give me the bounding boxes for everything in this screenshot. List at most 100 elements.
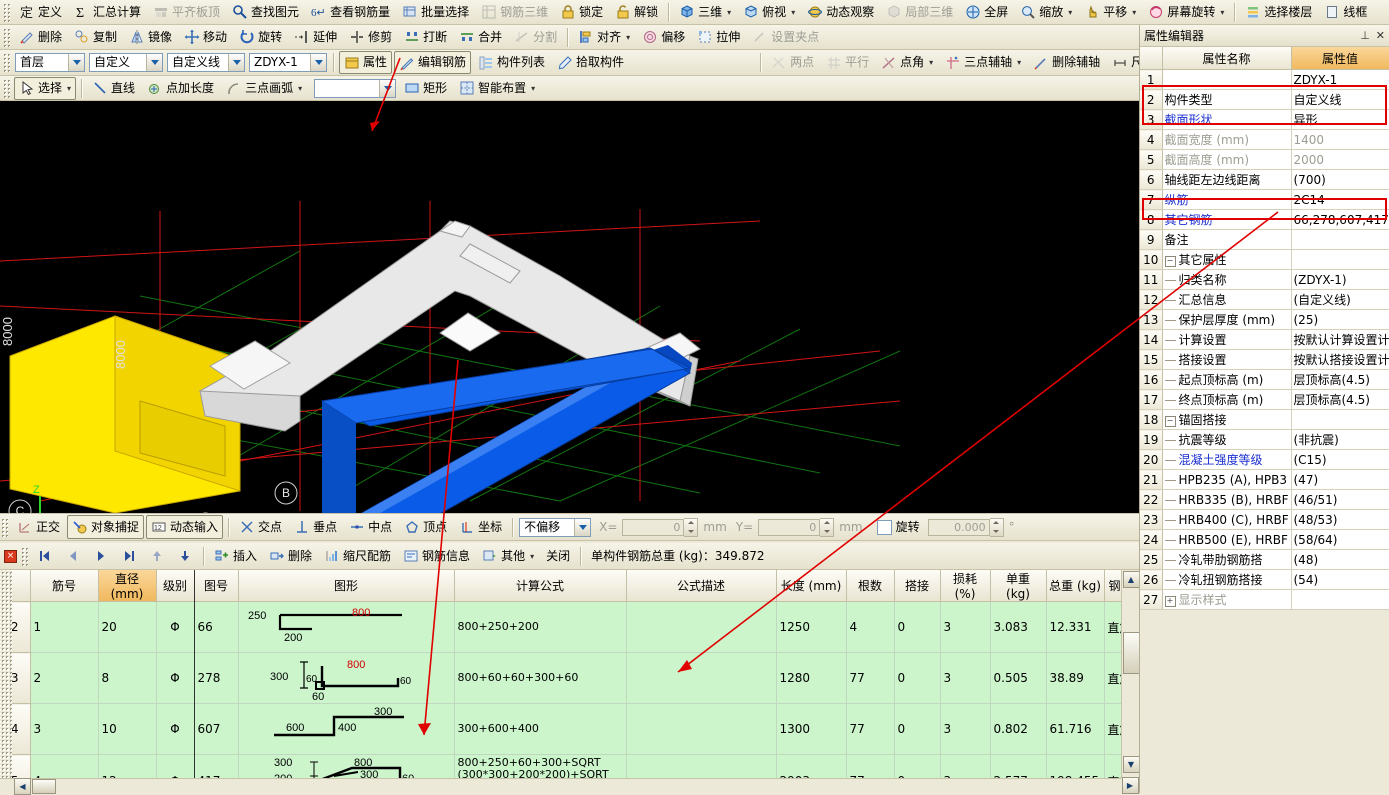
toolbar-view-rebar-qty[interactable]: 6↵ 查看钢筋量 <box>306 1 395 24</box>
chevron-down-icon[interactable]: ▾ <box>531 84 535 93</box>
btn-pick-member[interactable]: 拾取构件 <box>552 51 629 74</box>
snap-perpendicular[interactable]: 垂点 <box>289 515 342 539</box>
property-name-cell[interactable]: 终点顶标高 (m) <box>1162 389 1292 410</box>
property-row[interactable]: 19 抗震等级 (非抗震) <box>1140 429 1389 450</box>
col-loss[interactable]: 损耗 (%) <box>940 570 991 602</box>
rotate-stepper[interactable] <box>927 517 1004 537</box>
property-row[interactable]: 26 冷轧扭钢筋搭接 (54) <box>1140 569 1389 590</box>
rotate-spin-buttons[interactable] <box>989 517 1004 537</box>
cell-unitw[interactable]: 0.802 <box>990 703 1047 755</box>
chevron-down-icon[interactable]: ▾ <box>1132 8 1136 17</box>
property-name-cell[interactable]: 起点顶标高 (m) <box>1162 369 1292 390</box>
cell-count[interactable]: 77 <box>846 652 895 704</box>
cell-formula[interactable]: 800+60+60+300+60 <box>454 652 627 704</box>
axis-dimension[interactable]: 尺寸标注 ▾ <box>1107 51 1139 74</box>
chevron-down-icon[interactable] <box>68 54 84 71</box>
cell-grade[interactable]: Φ <box>156 652 195 704</box>
property-row[interactable]: 22 HRB335 (B), HRBF (46/51) <box>1140 489 1389 510</box>
chevron-down-icon[interactable]: ▾ <box>67 84 71 93</box>
property-value-cell[interactable]: (25) <box>1291 309 1389 330</box>
property-value-cell[interactable]: (46/51) <box>1291 489 1389 510</box>
cell-formula[interactable]: 800+250+200 <box>454 601 627 653</box>
property-name-cell[interactable]: HPB235 (A), HPB3 <box>1162 469 1292 490</box>
toolbar-grip[interactable] <box>3 27 10 47</box>
chevron-down-icon[interactable] <box>310 54 326 71</box>
toolbar-grip[interactable] <box>1 517 8 537</box>
cell-totalw[interactable]: 61.716 <box>1046 703 1105 755</box>
cell-diameter[interactable]: 8 <box>98 652 157 704</box>
toolbar-batch-select[interactable]: 批量选择 <box>397 1 474 24</box>
axis-three-point[interactable]: 三点辅轴 ▾ <box>940 51 1026 74</box>
col-unitw[interactable]: 单重 (kg) <box>990 570 1047 602</box>
col-grade[interactable]: 级别 <box>156 570 195 602</box>
property-value-cell[interactable]: (48) <box>1291 549 1389 570</box>
edit-stretch[interactable]: 拉伸 <box>692 26 745 49</box>
property-row[interactable]: 27 + 显示样式 <box>1140 589 1389 610</box>
axis-delete[interactable]: 删除辅轴 <box>1028 51 1105 74</box>
property-value-cell[interactable]: 自定义线 <box>1291 89 1389 110</box>
edit-extend[interactable]: 延伸 <box>289 26 342 49</box>
property-name-cell[interactable]: 归类名称 <box>1162 269 1292 290</box>
cell-count[interactable]: 4 <box>846 601 895 653</box>
property-value-cell[interactable]: (700) <box>1291 169 1389 190</box>
chevron-down-icon[interactable]: ▾ <box>727 8 731 17</box>
table-row[interactable]: 3 2 8 Φ 278 300 60 800 60 60 800+60+60+3… <box>0 652 1121 704</box>
chevron-down-icon[interactable]: ▾ <box>791 8 795 17</box>
cell-rebartype[interactable]: 直筋 <box>1104 754 1121 778</box>
cell-shape-607[interactable]: 300 600 400 <box>238 703 455 755</box>
cell-lap[interactable]: 0 <box>894 601 941 653</box>
property-value-cell[interactable]: 按默认计算设置计 <box>1291 329 1389 350</box>
edit-copy[interactable]: 复制 <box>69 26 122 49</box>
edit-set-grip[interactable]: 设置夹点 <box>747 26 824 49</box>
cell-rebartype[interactable]: 直筋 <box>1104 652 1121 704</box>
property-row[interactable]: 24 HRB500 (E), HRBF (58/64) <box>1140 529 1389 550</box>
cell-unitw[interactable]: 3.083 <box>990 601 1047 653</box>
btn-edit-rebar[interactable]: 编辑钢筋 <box>394 51 472 74</box>
cell-totalw[interactable]: 38.89 <box>1046 652 1105 704</box>
cell-formula[interactable]: 800+250+60+300+SQRT (300*300+200*200)+SQ… <box>454 754 627 778</box>
property-name-cell[interactable]: HRB335 (B), HRBF <box>1162 489 1292 510</box>
rebar-other[interactable]: 其他 ▾ <box>477 545 539 568</box>
cell-desc[interactable] <box>626 601 777 653</box>
property-name-cell[interactable]: 截面形状 <box>1162 109 1292 130</box>
btn-property[interactable]: 属性 <box>339 51 393 74</box>
cell-jinhao[interactable]: 4 <box>30 754 99 778</box>
toolbar-grip[interactable] <box>3 2 10 22</box>
category-select[interactable]: 自定义 <box>89 53 163 72</box>
property-value-cell[interactable]: 按默认搭接设置计 <box>1291 349 1389 370</box>
scroll-down-button[interactable]: ▼ <box>1122 756 1140 773</box>
toolbar-dynamic-orbit[interactable]: 动态观察 <box>802 1 879 24</box>
property-value-cell[interactable]: 2C14 <box>1291 189 1389 210</box>
cell-loss[interactable]: 3 <box>940 703 991 755</box>
grid-horizontal-scrollbar[interactable]: ◀ <box>0 778 1121 795</box>
chevron-down-icon[interactable]: ▾ <box>1068 8 1072 17</box>
snap-midpoint[interactable]: 中点 <box>344 515 397 539</box>
property-row[interactable]: 15 搭接设置 按默认搭接设置计 <box>1140 349 1389 370</box>
tree-toggle-icon[interactable]: − <box>1164 416 1176 427</box>
prop-col-value[interactable]: 属性值 <box>1291 47 1389 70</box>
tree-toggle-icon[interactable]: + <box>1164 596 1176 607</box>
property-row[interactable]: 20 混凝土强度等级 (C15) <box>1140 449 1389 470</box>
col-desc[interactable]: 公式描述 <box>626 570 777 602</box>
toolbar-select-floor[interactable]: 选择楼层 <box>1240 1 1317 24</box>
property-row[interactable]: 11 归类名称 (ZDYX-1) <box>1140 269 1389 290</box>
nav-move-down[interactable] <box>172 545 198 568</box>
property-value-cell[interactable] <box>1291 409 1389 430</box>
cell-grade[interactable]: Φ <box>156 601 195 653</box>
property-row[interactable]: 25 冷轧带肋钢筋搭 (48) <box>1140 549 1389 570</box>
property-row[interactable]: 16 起点顶标高 (m) 层顶标高(4.5) <box>1140 369 1389 390</box>
cell-loss[interactable]: 3 <box>940 601 991 653</box>
property-value-cell[interactable]: (自定义线) <box>1291 289 1389 310</box>
property-name-cell[interactable]: 冷轧带肋钢筋搭 <box>1162 549 1292 570</box>
chevron-down-icon[interactable]: ▾ <box>1220 8 1224 17</box>
cell-length[interactable]: 1250 <box>776 601 847 653</box>
toolbar-grip[interactable] <box>21 546 28 566</box>
col-tuhao[interactable]: 图号 <box>194 570 239 602</box>
property-value-cell[interactable]: ZDYX-1 <box>1291 69 1389 90</box>
cell-tuhao[interactable]: 278 <box>194 652 239 704</box>
type-select[interactable]: 自定义线 <box>167 53 245 72</box>
draw-style-select[interactable] <box>314 78 397 98</box>
property-row[interactable]: 10− 其它属性 <box>1140 249 1389 270</box>
property-value-cell[interactable] <box>1291 249 1389 270</box>
cell-count[interactable]: 77 <box>846 703 895 755</box>
